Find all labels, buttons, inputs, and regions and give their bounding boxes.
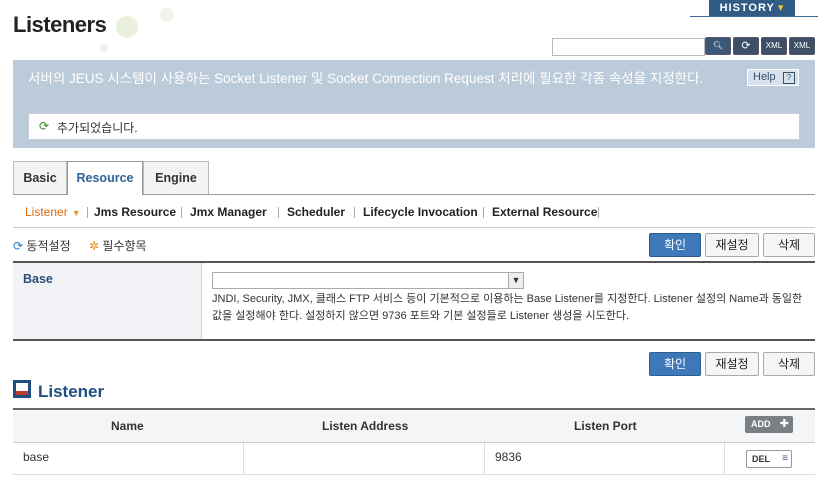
- subtab-jmx-manager[interactable]: Jmx Manager: [190, 205, 267, 219]
- subtab-jms-resource[interactable]: Jms Resource: [94, 205, 176, 219]
- column-header-listen-port: Listen Port: [574, 419, 637, 433]
- chevron-down-icon: ▾: [777, 2, 785, 14]
- xml-import-icon[interactable]: XML: [789, 37, 815, 55]
- add-label: ADD: [751, 419, 771, 429]
- divider: [87, 207, 88, 218]
- divider: [484, 441, 485, 474]
- decor-circle: [116, 16, 138, 38]
- divider: [598, 207, 599, 218]
- confirm-button[interactable]: 확인: [649, 233, 701, 257]
- cell-name: base: [23, 450, 50, 464]
- history-label: HISTORY: [719, 2, 775, 14]
- reset-button-bottom[interactable]: 재설정: [705, 352, 759, 376]
- search-icon[interactable]: 🔍︎: [705, 37, 731, 55]
- page-title: Listeners: [13, 12, 107, 37]
- search-input[interactable]: [552, 38, 705, 56]
- required-icon: ✲: [89, 239, 100, 253]
- base-description: JNDI, Security, JMX, 클래스 FTP 서비스 등이 기본적으…: [212, 293, 803, 322]
- divider: [354, 207, 355, 218]
- status-message: ⟳ 추가되었습니다.: [28, 113, 800, 140]
- divider: [483, 207, 484, 218]
- subtab-external-resource[interactable]: External Resource: [492, 205, 597, 219]
- add-icon: ✚: [779, 418, 789, 430]
- help-label: Help: [753, 71, 776, 83]
- cell-listen-port: 9836: [495, 450, 522, 464]
- refresh-icon[interactable]: ⟳: [733, 37, 759, 55]
- legend-required-label: 필수항목: [102, 239, 147, 253]
- subtab-scheduler[interactable]: Scheduler: [287, 205, 345, 219]
- del-label: DEL: [752, 454, 770, 464]
- delete-button[interactable]: 삭제: [763, 233, 815, 257]
- add-row-button[interactable]: ADD ✚: [745, 416, 793, 433]
- section-icon: [13, 380, 31, 398]
- decor-circle: [160, 8, 174, 22]
- tab-basic[interactable]: Basic: [13, 161, 67, 194]
- reset-button[interactable]: 재설정: [705, 233, 759, 257]
- confirm-button-bottom[interactable]: 확인: [649, 352, 701, 376]
- table-header: Name Listen Address Listen Port: [13, 408, 815, 443]
- status-message-text: 추가되었습니다.: [57, 121, 138, 135]
- column-header-listen-address: Listen Address: [322, 419, 409, 433]
- dynamic-setting-icon: ⟳: [13, 239, 24, 253]
- subtab-lifecycle-invocation[interactable]: Lifecycle Invocation: [363, 205, 478, 219]
- divider: [13, 339, 815, 341]
- divider: [724, 441, 725, 474]
- xml-export-icon[interactable]: XML: [761, 37, 787, 55]
- table-row: base 9836: [13, 441, 815, 475]
- tab-label: Resource: [76, 171, 134, 185]
- divider: [243, 441, 244, 474]
- tab-bar: Basic Resource Engine: [13, 161, 815, 195]
- divider: [690, 16, 818, 17]
- subtab-listener[interactable]: Listener ▼: [25, 205, 81, 219]
- page-description: 서버의 JEUS 시스템이 사용하는 Socket Listener 및 Soc…: [28, 71, 704, 86]
- history-button[interactable]: HISTORY ▾: [709, 0, 795, 16]
- delete-icon: ≡: [782, 453, 788, 464]
- subtab-bar: Listener ▼ Jms Resource Jmx Manager Sched…: [13, 199, 815, 228]
- divider: [181, 207, 182, 218]
- divider: [278, 207, 279, 218]
- base-label: Base: [23, 272, 53, 286]
- base-label-cell: Base: [13, 263, 202, 339]
- listener-section-title: Listener: [13, 380, 104, 402]
- help-button[interactable]: Help ?: [747, 69, 799, 86]
- refresh-icon: ⟳: [39, 119, 50, 133]
- tab-engine[interactable]: Engine: [143, 161, 209, 194]
- chevron-down-icon: ▼: [508, 273, 523, 288]
- column-header-name: Name: [111, 419, 144, 433]
- base-select[interactable]: ▼: [212, 272, 524, 289]
- question-icon: ?: [783, 72, 795, 84]
- legend-required: ✲ 필수항목: [89, 237, 147, 254]
- decor-circle: [100, 44, 108, 52]
- chevron-down-icon: ▼: [71, 208, 81, 218]
- delete-button-bottom[interactable]: 삭제: [763, 352, 815, 376]
- tab-label: Basic: [23, 171, 57, 185]
- section-title-text: Listener: [38, 382, 105, 401]
- tab-resource[interactable]: Resource: [67, 161, 143, 195]
- legend-dynamic-label: 동적설정: [26, 239, 71, 253]
- subtab-label: Listener: [25, 205, 68, 219]
- delete-row-button[interactable]: DEL ≡: [746, 450, 792, 468]
- legend-dynamic: ⟳ 동적설정: [13, 237, 71, 254]
- tab-label: Engine: [155, 171, 197, 185]
